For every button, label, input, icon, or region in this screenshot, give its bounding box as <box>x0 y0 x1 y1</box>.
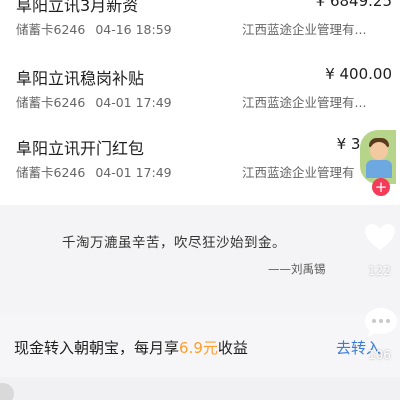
comment-icon[interactable] <box>363 306 399 338</box>
poem-author: ——刘禹锡 <box>268 262 326 276</box>
transaction-company: 江西蓝途企业管理有... <box>242 95 367 110</box>
transaction-row[interactable]: 阜阳立讯开门红包 ¥ 30 储蓄卡6246 04-01 17:49 江西蓝途企业管… <box>0 135 400 197</box>
promo-text: 现金转入朝朝宝，每月享6.9元收益 <box>14 337 248 358</box>
promo-prefix: 现金转入朝朝宝，每月享 <box>14 339 180 357</box>
transaction-name: 阜阳立讯3月新资 <box>16 0 139 15</box>
transaction-date: 04-01 17:49 <box>95 165 172 180</box>
avatar <box>0 383 14 400</box>
promo-suffix: 收益 <box>217 339 248 357</box>
poem-banner: 千淘万漉虽辛苦，吹尽狂沙始到金。 ——刘禹锡 <box>0 205 400 315</box>
transaction-row[interactable]: 阜阳立讯3月新资 ¥ 6849.25 储蓄卡6246 04-16 18:59 江西… <box>0 0 400 54</box>
avatar-face <box>370 142 388 160</box>
transaction-meta: 储蓄卡6246 04-16 18:59 <box>16 19 172 38</box>
transaction-company: 江西蓝途企业管理有... <box>242 22 367 37</box>
overlay-actions: + 122 106 <box>356 130 400 400</box>
promo-highlight: 6.9元 <box>179 339 218 357</box>
avatar[interactable] <box>360 130 396 184</box>
transaction-name: 阜阳立讯开门红包 <box>16 139 145 158</box>
heart-icon[interactable] <box>363 222 397 252</box>
transaction-row[interactable]: 阜阳立讯稳岗补贴 ¥ 400.00 储蓄卡6246 04-01 17:49 江西蓝… <box>0 65 400 127</box>
poem-line: 千淘万漉虽辛苦，吹尽狂沙始到金。 <box>62 235 286 251</box>
account-label: 储蓄卡6246 <box>16 95 86 110</box>
promo-banner[interactable]: 现金转入朝朝宝，每月享6.9元收益 去转入 <box>0 315 400 377</box>
transaction-name: 阜阳立讯稳岗补贴 <box>16 69 145 88</box>
transaction-meta: 储蓄卡6246 04-01 17:49 <box>16 162 172 181</box>
plus-icon[interactable]: + <box>372 178 390 196</box>
comment-count: 106 <box>368 348 391 362</box>
transaction-amount: ¥ 400.00 <box>325 65 392 83</box>
transaction-date: 04-16 18:59 <box>95 22 172 37</box>
transaction-amount: ¥ 6849.25 <box>315 0 392 10</box>
transaction-list: 阜阳立讯3月新资 ¥ 6849.25 储蓄卡6246 04-16 18:59 江西… <box>0 0 400 205</box>
account-label: 储蓄卡6246 <box>16 165 86 180</box>
like-count: 122 <box>368 264 391 278</box>
screen: 阜阳立讯3月新资 ¥ 6849.25 储蓄卡6246 04-16 18:59 江西… <box>0 0 400 400</box>
transaction-meta: 储蓄卡6246 04-01 17:49 <box>16 92 172 111</box>
transaction-date: 04-01 17:49 <box>95 95 172 110</box>
avatar-shirt <box>366 160 392 178</box>
bottom-strip <box>0 377 400 400</box>
account-label: 储蓄卡6246 <box>16 22 86 37</box>
